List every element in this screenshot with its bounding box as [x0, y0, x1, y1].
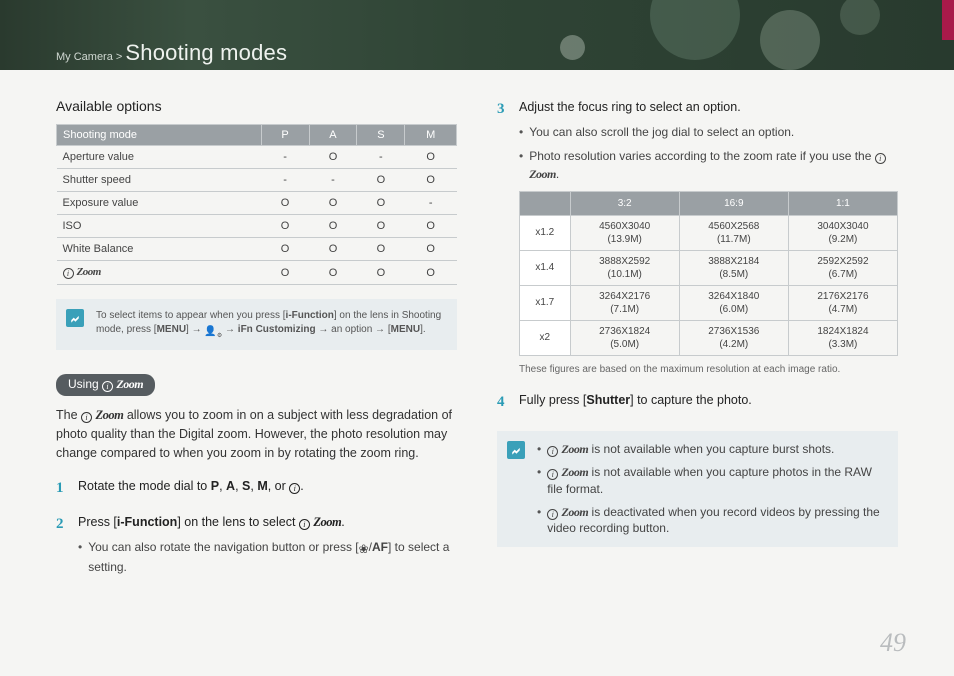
table-row: x1.24560X3040(13.9M)4560X2568(11.7M)3040…	[520, 215, 898, 250]
izoom-icon: i	[102, 381, 113, 392]
step-number: 1	[56, 477, 68, 500]
side-tab	[942, 0, 954, 40]
breadcrumb-prefix: My Camera >	[56, 51, 122, 63]
izoom-description: The i Zoom allows you to zoom in on a su…	[56, 406, 457, 462]
izoom-icon: i	[547, 446, 558, 457]
izoom-icon: i	[547, 509, 558, 520]
table-row: x1.43888X2592(10.1M)3888X2184(8.5M)2592X…	[520, 250, 898, 285]
breadcrumb: My Camera > Shooting modes	[56, 40, 287, 66]
th-shooting-mode: Shooting mode	[57, 125, 262, 146]
table-row: Exposure valueOOO-	[57, 192, 457, 215]
table-row: x1.73264X2176(7.1M)3264X1840(6.0M)2176X2…	[520, 285, 898, 320]
table-row: Aperture value-O-O	[57, 146, 457, 169]
note-icon	[507, 441, 525, 459]
step-number: 4	[497, 391, 509, 414]
izoom-icon: i	[875, 153, 886, 164]
note-box-2: •i Zoom is not available when you captur…	[497, 431, 898, 547]
izoom-icon: i	[63, 268, 74, 279]
table-row: White BalanceOOOO	[57, 238, 457, 261]
step-1: 1 Rotate the mode dial to P, A, S, M, or…	[56, 477, 457, 500]
table-row: i ZoomOOOO	[57, 261, 457, 285]
step-number: 2	[56, 513, 68, 576]
options-table: Shooting mode P A S M Aperture value-O-O…	[56, 124, 457, 285]
left-column: Available options Shooting mode P A S M …	[56, 98, 457, 590]
table-caption: These figures are based on the maximum r…	[519, 362, 898, 377]
table-row: Shutter speed--OO	[57, 169, 457, 192]
page-header: My Camera > Shooting modes	[0, 0, 954, 70]
th-p: P	[261, 125, 309, 146]
th-a: A	[309, 125, 357, 146]
page-title: Shooting modes	[125, 40, 287, 65]
resolution-table: 3:2 16:9 1:1 x1.24560X3040(13.9M)4560X25…	[519, 191, 898, 356]
table-row: ISOOOOO	[57, 215, 457, 238]
flower-icon: ❀	[359, 540, 369, 558]
step-2: 2 Press [i-Function] on the lens to sele…	[56, 513, 457, 576]
table-row: x22736X1824(5.0M)2736X1536(4.2M)1824X182…	[520, 320, 898, 355]
step-4: 4 Fully press [Shutter] to capture the p…	[497, 391, 898, 414]
user-settings-icon: 👤⚙	[204, 325, 222, 340]
step-3: 3 Adjust the focus ring to select an opt…	[497, 98, 898, 377]
izoom-icon: i	[547, 469, 558, 480]
th-s: S	[357, 125, 405, 146]
right-column: 3 Adjust the focus ring to select an opt…	[497, 98, 898, 590]
available-options-heading: Available options	[56, 98, 457, 114]
page-number: 49	[880, 628, 906, 658]
step-number: 3	[497, 98, 509, 377]
izoom-icon: i	[81, 412, 92, 423]
using-izoom-pill: Using i Zoom	[56, 374, 155, 396]
note-icon	[66, 309, 84, 327]
izoom-icon: i	[299, 519, 310, 530]
i-mode-icon: i	[289, 483, 300, 494]
note-box: To select items to appear when you press…	[56, 299, 457, 350]
th-m: M	[405, 125, 457, 146]
